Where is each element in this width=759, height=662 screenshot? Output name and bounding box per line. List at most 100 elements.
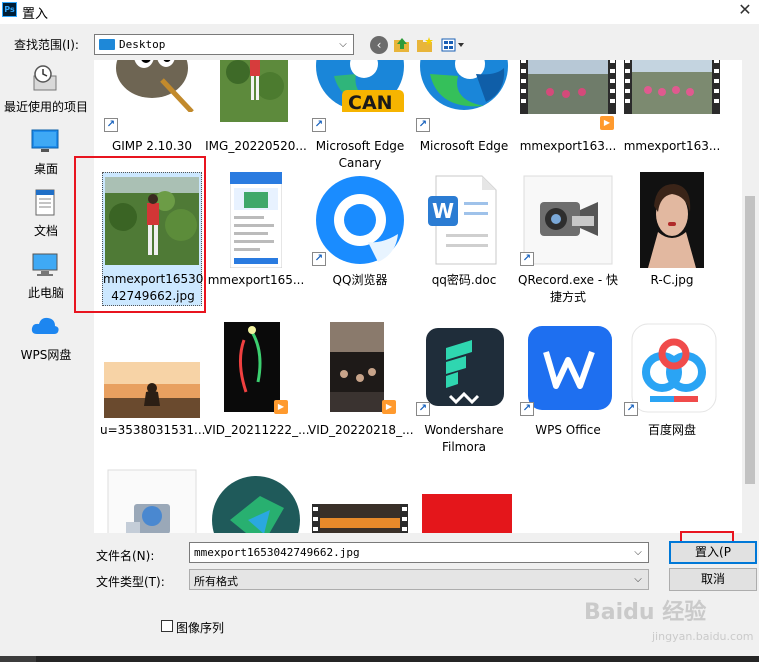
file-item-screenshot[interactable]: mmexport165... <box>204 172 308 312</box>
new-folder-icon[interactable] <box>416 36 434 54</box>
chevron-down-icon[interactable]: ⌵ <box>335 36 351 53</box>
file-name: Wondershare Filmora <box>424 423 504 454</box>
place-label: 文档 <box>33 224 58 238</box>
shortcut-arrow-icon: ↗ <box>624 402 638 416</box>
video-thumbnail-icon <box>224 322 280 412</box>
file-name: mmexport163... <box>623 139 721 153</box>
filetype-label: 文件类型(T): <box>96 575 165 589</box>
file-item-edge-canary[interactable]: CAN ↗ Microsoft Edge Canary <box>308 60 412 170</box>
video-play-icon: ▶ <box>600 116 614 130</box>
filename-input[interactable]: mmexport1653042749662.jpg ⌵ <box>189 542 649 563</box>
file-item-qrecord[interactable]: ↗ QRecord.exe - 快 捷方式 <box>516 172 620 312</box>
documents-icon <box>35 189 55 216</box>
look-in-value: Desktop <box>119 38 166 51</box>
file-item-qq-browser[interactable]: ↗ QQ浏览器 <box>308 172 412 312</box>
look-in-combobox[interactable]: Desktop ⌵ <box>94 34 354 55</box>
photo-thumbnail-icon <box>104 362 200 418</box>
video-thumbnail-icon <box>624 60 720 114</box>
file-item-video-1[interactable]: ▶ mmexport163... <box>516 60 620 156</box>
file-item-gimp[interactable]: ↗ GIMP 2.10.30 <box>100 60 204 156</box>
file-item-rc-jpg[interactable]: R-C.jpg <box>620 172 724 312</box>
wps-office-icon <box>528 326 612 410</box>
file-list[interactable]: ↗ GIMP 2.10.30 IMG_20220520... CAN ↗ Mic… <box>94 60 742 533</box>
file-item-video-2[interactable]: mmexport163... <box>620 60 724 156</box>
file-item-row4-4[interactable] <box>412 468 516 533</box>
place-recent[interactable]: 最近使用的项目 <box>0 62 92 122</box>
file-item-filmora[interactable]: ↗ Wondershare Filmora <box>412 322 516 462</box>
file-name: 百度网盘 <box>647 423 696 437</box>
file-item-baidu-netdisk[interactable]: ↗ 百度网盘 <box>620 322 724 462</box>
photoshop-app-icon: Ps <box>2 2 17 17</box>
place-button[interactable]: 置入(P <box>669 541 757 564</box>
look-in-label: 查找范围(I): <box>14 38 79 52</box>
shortcut-arrow-icon: ↗ <box>104 118 118 132</box>
title-bar: Ps 置入 ✕ <box>0 0 759 24</box>
file-name: GIMP 2.10.30 <box>111 139 193 153</box>
file-name: IMG_20220520... <box>205 139 307 153</box>
shortcut-arrow-icon: ↗ <box>312 252 326 266</box>
file-name: mmexport16530 42749662.jpg <box>103 272 204 303</box>
file-name: Microsoft Edge Canary <box>315 139 405 170</box>
chevron-down-icon[interactable]: ⌵ <box>630 544 646 561</box>
gimp-icon <box>116 60 194 112</box>
video-thumbnail-icon <box>520 60 616 114</box>
photo-thumbnail-icon <box>105 177 199 265</box>
phone-screenshot-icon <box>230 172 282 268</box>
red-image-thumbnail-icon <box>422 494 512 533</box>
file-item-edge[interactable]: ↗ Microsoft Edge <box>412 60 516 156</box>
file-name: VID_20211222_... <box>204 423 310 437</box>
file-name: mmexport165... <box>207 273 305 287</box>
file-name: QRecord.exe - 快 捷方式 <box>518 273 618 304</box>
file-item-selected-jpg[interactable]: mmexport16530 42749662.jpg <box>102 172 204 306</box>
image-sequence-label: 图像序列 <box>176 621 225 635</box>
file-item-row4-2[interactable] <box>204 468 308 533</box>
desktop-folder-icon <box>99 39 115 50</box>
close-icon[interactable]: ✕ <box>731 0 759 22</box>
desktop-icon <box>31 129 59 152</box>
video-thumbnail-icon <box>330 322 384 412</box>
file-item-u-jpg[interactable]: u=3538031531... <box>100 322 206 462</box>
cancel-button[interactable]: 取消 <box>669 568 757 591</box>
chevron-down-icon[interactable]: ⌵ <box>630 571 646 588</box>
places-bar: 最近使用的项目 桌面 文档 此电脑 WPS网盘 <box>0 60 92 600</box>
scrollbar-thumb[interactable] <box>745 196 755 484</box>
filename-value: mmexport1653042749662.jpg <box>194 546 360 559</box>
cloud-icon <box>31 317 59 334</box>
filetype-value: 所有格式 <box>194 575 238 588</box>
file-item-row4-3[interactable] <box>308 468 412 533</box>
file-item-doc[interactable]: W qq密码.doc <box>412 172 516 312</box>
file-item-row4-1[interactable] <box>100 468 204 533</box>
video-play-icon: ▶ <box>274 400 288 414</box>
computer-icon <box>32 253 58 276</box>
filename-label: 文件名(N): <box>96 549 155 563</box>
place-desktop[interactable]: 桌面 <box>0 124 92 184</box>
filetype-select[interactable]: 所有格式 ⌵ <box>189 569 649 590</box>
video-thumbnail-icon <box>312 504 408 533</box>
baidu-netdisk-icon <box>631 323 717 413</box>
video-play-icon: ▶ <box>382 400 396 414</box>
word-document-icon: W <box>428 175 497 265</box>
up-folder-icon[interactable] <box>393 36 411 54</box>
image-sequence-checkbox[interactable] <box>161 620 173 632</box>
file-name: Microsoft Edge <box>419 139 509 153</box>
edge-icon <box>420 60 508 110</box>
shortcut-arrow-icon: ↗ <box>416 118 430 132</box>
view-menu-icon[interactable] <box>441 36 465 54</box>
file-name: u=3538031531... <box>100 423 206 437</box>
back-icon[interactable]: ‹ <box>370 36 388 54</box>
file-name: mmexport163... <box>519 139 617 153</box>
taskbar-strip <box>0 656 759 662</box>
place-this-pc[interactable]: 此电脑 <box>0 248 92 308</box>
file-item-vid-2022[interactable]: ▶ VID_20220218_... <box>308 322 414 462</box>
portrait-thumbnail-icon <box>640 172 704 268</box>
file-item-img[interactable]: IMG_20220520... <box>204 60 308 156</box>
place-label: 桌面 <box>33 162 58 176</box>
place-wps-cloud[interactable]: WPS网盘 <box>0 310 92 370</box>
file-name: WPS Office <box>535 423 601 437</box>
place-documents[interactable]: 文档 <box>0 186 92 246</box>
file-name: QQ浏览器 <box>332 273 388 287</box>
file-item-wps-office[interactable]: ↗ WPS Office <box>516 322 620 462</box>
file-item-vid-2021[interactable]: ▶ VID_20211222_... <box>204 322 310 462</box>
place-label: WPS网盘 <box>20 348 72 362</box>
dialog-title: 置入 <box>22 7 49 22</box>
